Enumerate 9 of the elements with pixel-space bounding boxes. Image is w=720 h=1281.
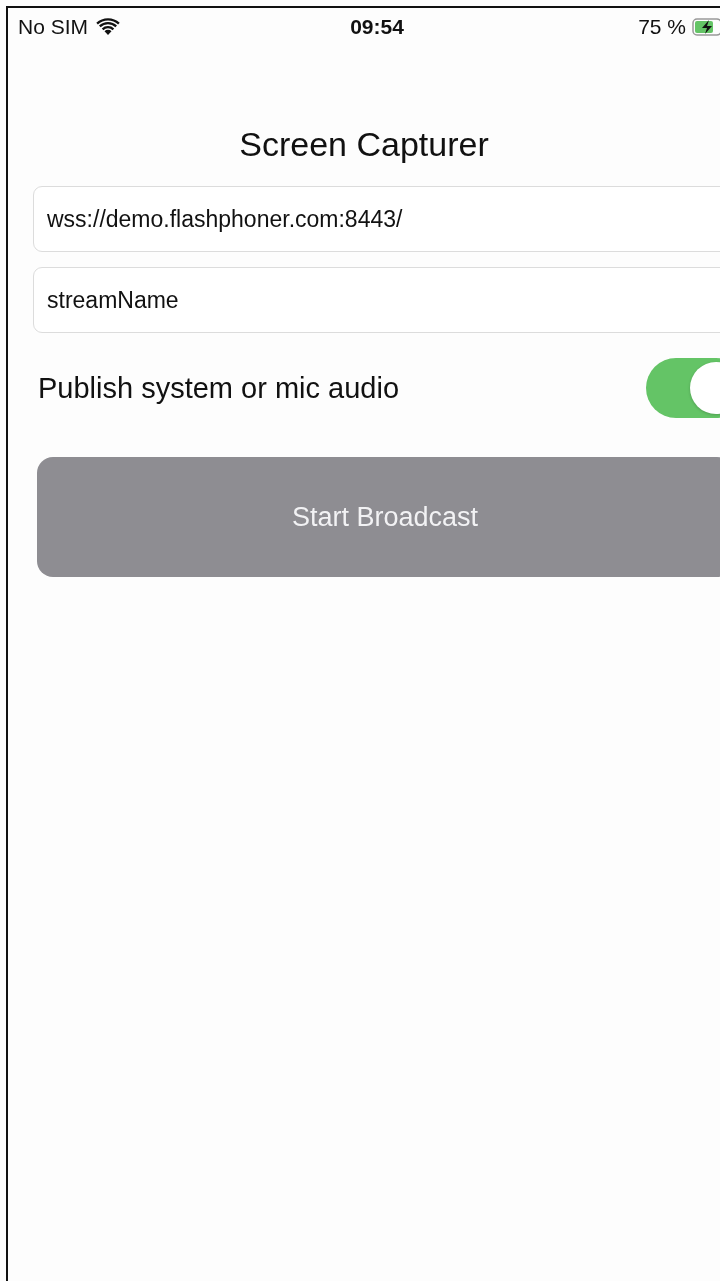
server-url-field[interactable]: wss://demo.flashphoner.com:8443/: [33, 186, 720, 252]
clock-time: 09:54: [350, 15, 404, 39]
audio-toggle-switch[interactable]: [646, 358, 720, 418]
battery-percentage: 75 %: [638, 15, 686, 39]
carrier-text: No SIM: [18, 15, 88, 39]
screen-title: Screen Capturer: [238, 125, 490, 164]
wifi-icon: [96, 18, 120, 36]
stream-name-field[interactable]: streamName: [33, 267, 720, 333]
audio-toggle-label: Publish system or mic audio: [38, 371, 400, 405]
